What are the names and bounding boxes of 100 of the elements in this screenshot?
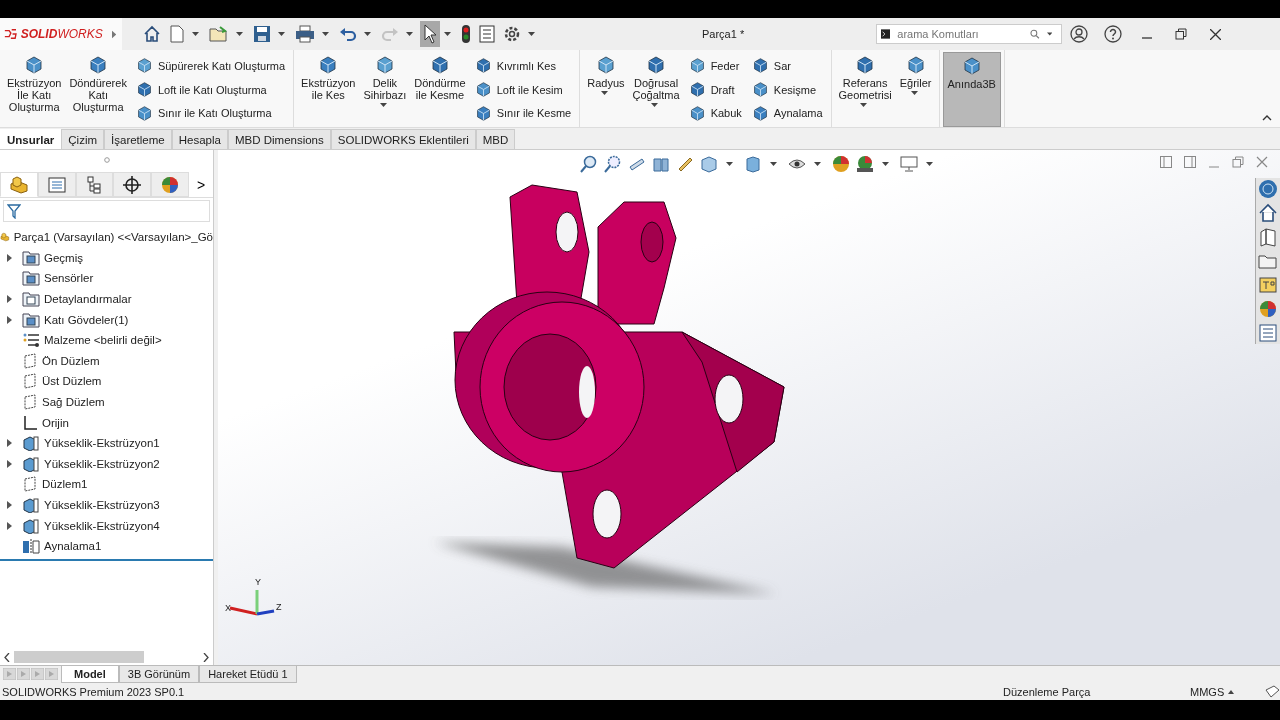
caret-icon[interactable]: [236, 32, 243, 36]
tree-item[interactable]: Geçmiş: [44, 251, 83, 264]
tile-left-icon[interactable]: [1160, 156, 1172, 168]
command-tab[interactable]: Unsurlar: [0, 129, 62, 149]
appearance-icon[interactable]: [832, 155, 850, 173]
section-view-icon[interactable]: [652, 155, 670, 173]
tree-item[interactable]: Düzlem1: [42, 478, 88, 491]
ribbon-button[interactable]: Feder: [686, 56, 744, 76]
expand-arrow-icon[interactable]: [6, 315, 12, 324]
ribbon-button[interactable]: Loft ile Kesim: [472, 79, 574, 100]
tree-item[interactable]: Yükseklik-Ekstrüzyon2: [44, 457, 160, 470]
ribbon-button[interactable]: Kesişme: [749, 79, 825, 100]
tree-item[interactable]: Yükseklik-Ekstrüzyon1: [44, 437, 160, 450]
search-box[interactable]: arama Komutları: [876, 24, 1062, 44]
help-icon[interactable]: [1104, 25, 1122, 43]
user-icon[interactable]: [1070, 25, 1088, 43]
ribbon-button[interactable]: Süpürerek Katı Oluşturma: [133, 56, 288, 76]
tree-item[interactable]: Ön Düzlem: [42, 354, 100, 367]
tree-item[interactable]: Aynalama1: [44, 540, 102, 553]
expand-arrow-icon[interactable]: [6, 253, 12, 262]
bottom-tab[interactable]: Hareket Etüdü 1: [199, 666, 297, 683]
tree-item[interactable]: Detaylandırmalar: [44, 293, 132, 306]
bottom-tab[interactable]: 3B Görünüm: [118, 666, 200, 683]
scroll-right-icon[interactable]: [203, 652, 209, 662]
caret-icon[interactable]: [926, 162, 933, 166]
bottom-tab[interactable]: Model: [61, 666, 119, 683]
close-icon[interactable]: [1209, 28, 1221, 40]
caret-icon[interactable]: [1046, 32, 1052, 36]
caret-icon[interactable]: [192, 32, 199, 36]
command-tab[interactable]: Hesapla: [171, 129, 228, 149]
zoom-area-icon[interactable]: [604, 155, 622, 173]
ribbon-button[interactable]: Döndürerek Katı Oluşturma: [65, 52, 131, 127]
ribbon-button[interactable]: Sar: [749, 56, 825, 76]
scene-icon[interactable]: [856, 155, 874, 173]
command-tab[interactable]: İşaretleme: [104, 129, 172, 149]
globe-icon[interactable]: [1258, 179, 1278, 199]
ribbon-button[interactable]: Kabuk: [686, 103, 744, 123]
ribbon-button[interactable]: Döndürme ile Kesme: [410, 52, 470, 127]
caret-icon[interactable]: [278, 32, 285, 36]
scroll-left-icon[interactable]: [4, 652, 10, 662]
expand-arrow-icon[interactable]: [6, 439, 12, 448]
expand-arrow-icon[interactable]: [6, 459, 12, 468]
expand-arrow-icon[interactable]: [6, 501, 12, 509]
command-tab[interactable]: MBD: [475, 129, 516, 149]
color-ball-icon[interactable]: [1258, 299, 1278, 319]
tree-item[interactable]: Yükseklik-Ekstrüzyon4: [44, 519, 160, 532]
ribbon-button[interactable]: Referans Geometrisi: [834, 52, 896, 127]
ribbon-button[interactable]: Delik Sihirbazı: [359, 52, 411, 127]
ribbon-button[interactable]: Aynalama: [749, 103, 825, 123]
scrollbar-thumb[interactable]: [14, 651, 144, 663]
tree-item[interactable]: Sensörler: [44, 272, 94, 285]
ribbon-button[interactable]: Anında3B: [942, 52, 1001, 127]
tree-item[interactable]: Malzeme <belirli değil>: [44, 334, 162, 347]
restore-icon[interactable]: [1175, 28, 1187, 40]
filter-field[interactable]: [3, 200, 210, 222]
caret-icon[interactable]: [322, 32, 329, 36]
home-icon[interactable]: [1258, 203, 1278, 223]
ribbon-button[interactable]: Radyus: [583, 52, 629, 127]
ribbon-button[interactable]: Ekstrüzyon İle Katı Oluşturma: [3, 52, 66, 127]
caret-icon[interactable]: [444, 32, 451, 36]
command-tab[interactable]: SOLIDWORKS Eklentileri: [330, 129, 476, 149]
expand-arrow-icon[interactable]: [6, 521, 12, 530]
ribbon-button[interactable]: Kıvrımlı Kes: [472, 56, 574, 76]
tree-item[interactable]: Orijin: [42, 416, 69, 429]
zoom-fit-icon[interactable]: [580, 155, 598, 173]
command-tab[interactable]: Çizim: [61, 129, 105, 149]
caret-icon[interactable]: [882, 162, 889, 166]
toolbar-button[interactable]: [420, 21, 440, 47]
tile-right-icon[interactable]: [1184, 156, 1196, 168]
command-tab[interactable]: MBD Dimensions: [227, 129, 331, 149]
monitor-icon[interactable]: [900, 156, 918, 172]
chevron-up-icon[interactable]: [1262, 115, 1272, 121]
ribbon-button[interactable]: Ekstrüzyon ile Kes: [297, 52, 360, 127]
ribbon-button[interactable]: Eğriler: [895, 52, 936, 127]
caret-icon[interactable]: [814, 162, 821, 166]
panel-tab[interactable]: [75, 172, 114, 197]
tree-item[interactable]: Üst Düzlem: [42, 375, 102, 388]
ribbon-button[interactable]: Sınır ile Katı Oluşturma: [133, 103, 288, 123]
library-icon[interactable]: [1258, 227, 1278, 247]
caret-icon[interactable]: [364, 32, 371, 36]
units-text[interactable]: MMGS: [1190, 685, 1228, 698]
tree-item[interactable]: Yükseklik-Ekstrüzyon3: [44, 499, 160, 511]
panel-tab[interactable]: [113, 172, 152, 197]
expand-arrow-icon[interactable]: [6, 295, 12, 304]
grip-icon[interactable]: [103, 157, 110, 163]
caret-icon[interactable]: [528, 32, 535, 36]
ribbon-button[interactable]: Doğrusal Çoğaltma: [628, 52, 684, 127]
chevron-icon[interactable]: [111, 29, 116, 39]
tree-item[interactable]: Katı Gövdeler(1): [44, 313, 129, 326]
eye-icon[interactable]: [788, 157, 806, 171]
search-field[interactable]: arama Komutları: [895, 27, 1026, 41]
caret-icon[interactable]: [770, 162, 777, 166]
ribbon-button[interactable]: Loft ile Katı Oluşturma: [133, 79, 288, 100]
tree-item[interactable]: Sağ Düzlem: [42, 396, 105, 409]
ribbon-button[interactable]: Draft: [686, 79, 744, 100]
caret-icon[interactable]: [726, 162, 733, 166]
list-icon[interactable]: [1258, 323, 1278, 343]
caret-up-icon[interactable]: [1228, 689, 1234, 694]
ribbon-button[interactable]: Sınır ile Kesme: [472, 103, 574, 123]
tree-item[interactable]: Parça1 (Varsayılan) <<Varsayılan>_Gö: [13, 231, 213, 244]
